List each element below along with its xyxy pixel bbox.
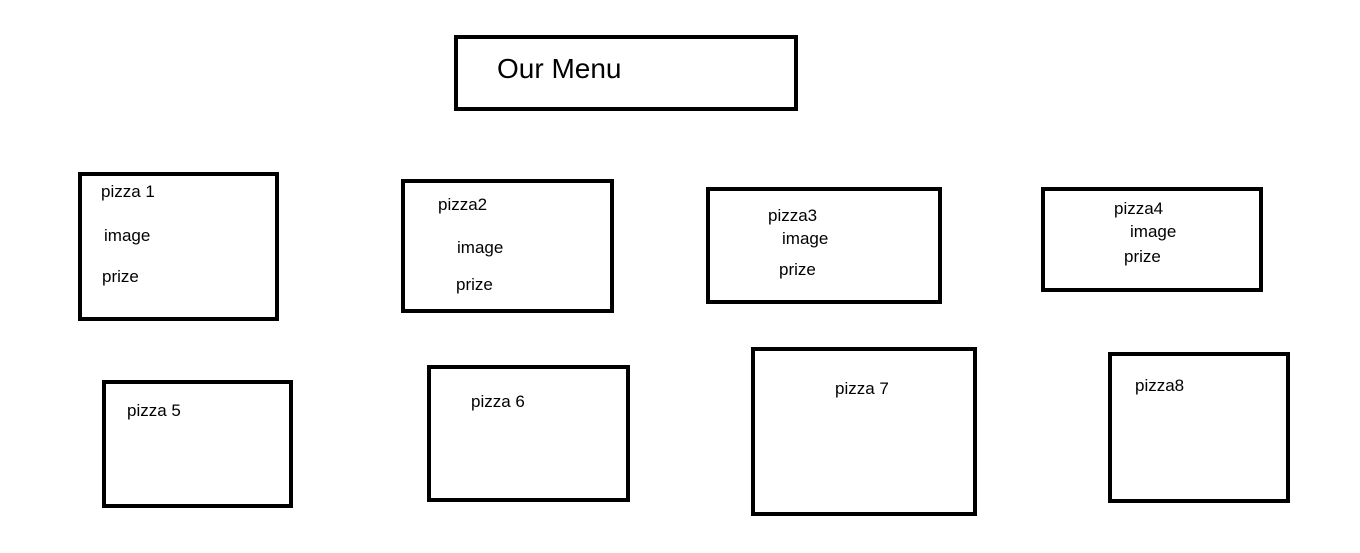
pizza-card-7[interactable]: pizza 7: [751, 347, 977, 516]
pizza-card-3[interactable]: pizza3 image prize: [706, 187, 942, 304]
pizza-prize: prize: [779, 260, 816, 279]
pizza-card-8[interactable]: pizza8: [1108, 352, 1290, 503]
pizza-name: pizza8: [1135, 376, 1185, 395]
page-title: Our Menu: [497, 53, 622, 84]
pizza-name: pizza 7: [835, 379, 889, 398]
pizza-card-6[interactable]: pizza 6: [427, 365, 630, 502]
pizza-card-1[interactable]: pizza 1 image prize: [78, 172, 279, 321]
pizza-image-placeholder: image: [457, 238, 504, 257]
pizza-name: pizza 6: [471, 392, 525, 411]
pizza-prize: prize: [102, 267, 139, 286]
pizza-image-placeholder: image: [1130, 222, 1177, 241]
pizza-name: pizza 1: [101, 182, 155, 201]
pizza-name: pizza4: [1114, 199, 1164, 218]
pizza-prize: prize: [1124, 247, 1161, 266]
pizza-image-placeholder: image: [782, 229, 829, 248]
pizza-prize: prize: [456, 275, 493, 294]
pizza-image-placeholder: image: [104, 226, 151, 245]
menu-title-box: Our Menu: [454, 35, 798, 111]
pizza-name: pizza 5: [127, 401, 181, 420]
pizza-name: pizza2: [438, 195, 488, 214]
pizza-card-5[interactable]: pizza 5: [102, 380, 293, 508]
pizza-card-2[interactable]: pizza2 image prize: [401, 179, 614, 313]
pizza-card-4[interactable]: pizza4 image prize: [1041, 187, 1263, 292]
pizza-name: pizza3: [768, 206, 818, 225]
